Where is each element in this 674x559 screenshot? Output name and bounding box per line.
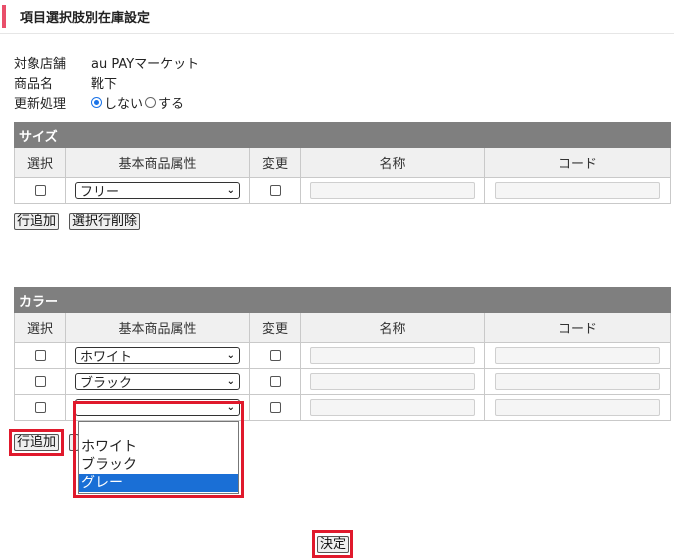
- col-attribute: 基本商品属性: [65, 312, 250, 343]
- update-radio-yes[interactable]: する: [145, 93, 184, 112]
- row-change-checkbox[interactable]: [269, 350, 281, 361]
- chevron-down-icon: ⌄: [226, 350, 235, 361]
- chevron-down-icon: ⌄: [226, 185, 235, 196]
- highlight-dropdown: [73, 401, 244, 498]
- radio-checked-icon[interactable]: [91, 97, 102, 108]
- attribute-select[interactable]: ブラック ⌄: [75, 373, 240, 391]
- attribute-select[interactable]: ホワイト ⌄: [75, 347, 240, 365]
- row-select-checkbox[interactable]: [34, 376, 46, 387]
- code-input[interactable]: [495, 347, 661, 364]
- col-select: 選択: [14, 147, 66, 178]
- col-name: 名称: [300, 147, 485, 178]
- code-input[interactable]: [495, 373, 661, 390]
- code-input[interactable]: [495, 182, 661, 199]
- row-change-checkbox[interactable]: [269, 185, 281, 196]
- row-change-checkbox[interactable]: [269, 376, 281, 387]
- col-select: 選択: [14, 312, 66, 343]
- header-accent-bar: [2, 5, 6, 28]
- name-input[interactable]: [310, 399, 475, 416]
- col-change: 変更: [249, 312, 301, 343]
- name-input[interactable]: [310, 347, 475, 364]
- col-attribute: 基本商品属性: [65, 147, 250, 178]
- highlight-submit: [312, 530, 353, 558]
- store-row: 対象店舗 au PAYマーケット: [14, 53, 199, 72]
- table-row: ホワイト ⌄: [14, 342, 672, 369]
- chevron-down-icon: ⌄: [226, 376, 235, 387]
- row-select-checkbox[interactable]: [34, 402, 46, 413]
- row-select-checkbox[interactable]: [34, 185, 46, 196]
- size-add-row-button[interactable]: 行追加: [14, 213, 60, 230]
- store-value: au PAYマーケット: [91, 57, 200, 72]
- update-radio-no[interactable]: しない: [91, 93, 143, 112]
- size-delete-rows-button[interactable]: 選択行削除: [69, 213, 141, 230]
- size-table: サイズ 選択 基本商品属性 変更 名称 コード フリー ⌄: [13, 122, 672, 204]
- attribute-select[interactable]: フリー ⌄: [75, 182, 240, 200]
- product-label: 商品名: [14, 77, 54, 92]
- col-code: コード: [483, 147, 672, 178]
- row-select-checkbox[interactable]: [34, 350, 46, 361]
- update-row: 更新処理 しない する: [14, 93, 186, 112]
- col-change: 変更: [249, 147, 301, 178]
- product-value: 靴下: [91, 77, 118, 92]
- page-header: 項目選択肢別在庫設定: [0, 0, 674, 34]
- page-title: 項目選択肢別在庫設定: [20, 11, 151, 26]
- product-row: 商品名 靴下: [14, 73, 117, 92]
- table-row: ブラック ⌄: [14, 368, 672, 395]
- highlight-add-row: [9, 429, 64, 456]
- table-row: フリー ⌄: [14, 177, 672, 204]
- name-input[interactable]: [310, 182, 475, 199]
- col-code: コード: [483, 312, 672, 343]
- col-name: 名称: [300, 312, 485, 343]
- size-section-title: サイズ: [13, 122, 672, 148]
- update-label: 更新処理: [14, 97, 67, 112]
- row-change-checkbox[interactable]: [269, 402, 281, 413]
- store-label: 対象店舗: [14, 57, 67, 72]
- color-section-title: カラー: [13, 287, 672, 313]
- radio-unchecked-icon[interactable]: [145, 97, 157, 108]
- code-input[interactable]: [495, 399, 661, 416]
- name-input[interactable]: [310, 373, 475, 390]
